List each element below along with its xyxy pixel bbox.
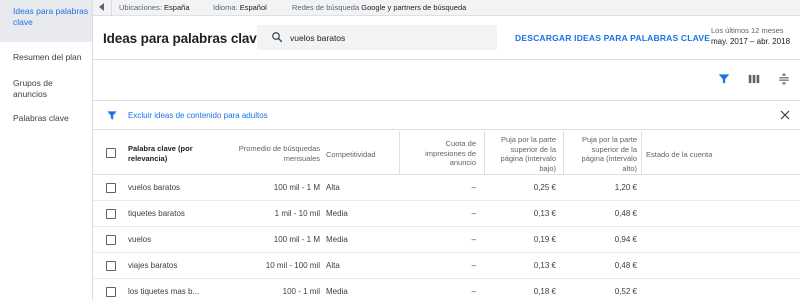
keyword-cell: viajes baratos bbox=[128, 261, 178, 270]
bid-low-cell: 0,18 € bbox=[533, 287, 556, 296]
impression-share-cell: – bbox=[471, 235, 476, 244]
adult-content-filter-banner: Excluir ideas de contenido para adultos bbox=[93, 100, 800, 130]
avg-searches-cell: 1 mil - 10 mil bbox=[274, 209, 320, 218]
keyword-ideas-table: Palabra clave (por relevancia) Promedio … bbox=[93, 131, 800, 300]
column-divider bbox=[484, 131, 485, 175]
bid-low-cell: 0,13 € bbox=[533, 261, 556, 270]
back-triangle-icon[interactable] bbox=[99, 3, 104, 11]
locations-setting[interactable]: Ubicaciones: España bbox=[119, 3, 189, 12]
networks-value: Google y partners de búsqueda bbox=[361, 3, 467, 12]
language-setting[interactable]: Idioma: Español bbox=[213, 3, 267, 12]
column-header-competition[interactable]: Competitividad bbox=[326, 150, 406, 160]
avg-searches-cell: 100 mil - 1 M bbox=[273, 235, 320, 244]
bid-low-cell: 0,13 € bbox=[533, 209, 556, 218]
impression-share-cell: – bbox=[471, 183, 476, 192]
date-range-value[interactable]: may. 2017 – abr. 2018 bbox=[711, 37, 790, 46]
sidebar-item-label: Grupos de anuncios bbox=[13, 78, 53, 99]
sidebar-item-keywords[interactable]: Palabras clave bbox=[0, 113, 92, 129]
row-checkbox[interactable] bbox=[106, 261, 116, 271]
targeting-bar: Ubicaciones: España Idioma: Español Rede… bbox=[93, 0, 800, 16]
bid-high-cell: 0,48 € bbox=[614, 209, 637, 218]
row-checkbox[interactable] bbox=[106, 235, 116, 245]
competition-cell: Media bbox=[326, 209, 348, 218]
column-divider bbox=[399, 131, 400, 175]
bid-high-cell: 1,20 € bbox=[614, 183, 637, 192]
bid-low-cell: 0,19 € bbox=[533, 235, 556, 244]
column-header-account-status[interactable]: Estado de la cuenta bbox=[646, 150, 766, 160]
impression-share-cell: – bbox=[471, 261, 476, 270]
competition-cell: Alta bbox=[326, 183, 340, 192]
table-row[interactable]: vuelos 100 mil - 1 M Media – 0,19 € 0,94… bbox=[93, 227, 800, 253]
networks-label: Redes de búsqueda bbox=[292, 3, 360, 12]
page-title: Ideas para palabras clave bbox=[103, 31, 265, 46]
row-checkbox[interactable] bbox=[106, 183, 116, 193]
column-divider bbox=[641, 131, 642, 175]
filter-icon bbox=[107, 111, 117, 120]
column-header-avg-searches[interactable]: Promedio de búsquedas mensuales bbox=[223, 144, 320, 163]
close-icon[interactable] bbox=[779, 109, 791, 121]
language-label: Idioma: bbox=[213, 3, 238, 12]
sidebar-item-plan-summary[interactable]: Resumen del plan bbox=[0, 52, 92, 68]
competition-cell: Media bbox=[326, 287, 348, 296]
avg-searches-cell: 100 - 1 mil bbox=[282, 287, 320, 296]
table-row[interactable]: viajes baratos 10 mil - 100 mil Alta – 0… bbox=[93, 253, 800, 279]
filter-icon[interactable] bbox=[717, 72, 731, 86]
sidebar-item-label: Resumen del plan bbox=[13, 52, 82, 62]
date-range-label[interactable]: Los últimos 12 meses bbox=[711, 26, 784, 35]
column-header-bid-high[interactable]: Puja por la parte superior de la página … bbox=[567, 135, 637, 173]
sidebar-item-label: Ideas para palabras clave bbox=[13, 6, 89, 27]
bid-low-cell: 0,25 € bbox=[533, 183, 556, 192]
keyword-search-box[interactable] bbox=[257, 25, 497, 50]
table-header: Palabra clave (por relevancia) Promedio … bbox=[93, 131, 800, 175]
keyword-cell: tiquetes baratos bbox=[128, 209, 185, 218]
columns-icon[interactable] bbox=[747, 72, 761, 86]
bid-high-cell: 0,52 € bbox=[614, 287, 637, 296]
column-divider bbox=[563, 131, 564, 175]
exclude-adult-ideas-link[interactable]: Excluir ideas de contenido para adultos bbox=[128, 111, 268, 120]
sidebar-item-keyword-ideas[interactable]: Ideas para palabras clave bbox=[0, 0, 92, 42]
sidebar-item-label: Palabras clave bbox=[13, 113, 69, 123]
competition-cell: Media bbox=[326, 235, 348, 244]
download-ideas-link[interactable]: DESCARGAR IDEAS PARA PALABRAS CLAVE bbox=[515, 33, 710, 43]
table-row[interactable]: los tiquetes mas b... 100 - 1 mil Media … bbox=[93, 279, 800, 300]
bid-high-cell: 0,48 € bbox=[614, 261, 637, 270]
table-row[interactable]: tiquetes baratos 1 mil - 10 mil Media – … bbox=[93, 201, 800, 227]
search-icon bbox=[272, 32, 283, 43]
table-row[interactable]: vuelos baratos 100 mil - 1 M Alta – 0,25… bbox=[93, 175, 800, 201]
impression-share-cell: – bbox=[471, 287, 476, 296]
row-density-icon[interactable] bbox=[777, 72, 791, 86]
sidebar-item-ad-groups[interactable]: Grupos de anuncios bbox=[0, 78, 60, 102]
keyword-cell: los tiquetes mas b... bbox=[128, 287, 200, 296]
search-input[interactable] bbox=[290, 30, 490, 45]
language-value: Español bbox=[239, 3, 267, 12]
avg-searches-cell: 100 mil - 1 M bbox=[273, 183, 320, 192]
divider bbox=[111, 0, 112, 16]
competition-cell: Alta bbox=[326, 261, 340, 270]
keyword-cell: vuelos bbox=[128, 235, 152, 244]
row-checkbox[interactable] bbox=[106, 287, 116, 297]
select-all-checkbox[interactable] bbox=[106, 148, 116, 158]
locations-value: España bbox=[164, 3, 190, 12]
avg-searches-cell: 10 mil - 100 mil bbox=[265, 261, 320, 270]
column-header-impression-share[interactable]: Cuota de impresiones de anuncio bbox=[416, 139, 476, 168]
networks-setting[interactable]: Redes de búsqueda Google y partners de b… bbox=[292, 3, 466, 12]
sidebar: Ideas para palabras clave Resumen del pl… bbox=[0, 0, 93, 300]
column-header-keyword[interactable]: Palabra clave (por relevancia) bbox=[128, 144, 208, 163]
locations-label: Ubicaciones: bbox=[119, 3, 162, 12]
page-header: Ideas para palabras clave DESCARGAR IDEA… bbox=[93, 16, 800, 60]
keyword-cell: vuelos baratos bbox=[128, 183, 181, 192]
impression-share-cell: – bbox=[471, 209, 476, 218]
bid-high-cell: 0,94 € bbox=[614, 235, 637, 244]
row-checkbox[interactable] bbox=[106, 209, 116, 219]
column-header-bid-low[interactable]: Puja por la parte superior de la página … bbox=[486, 135, 556, 173]
